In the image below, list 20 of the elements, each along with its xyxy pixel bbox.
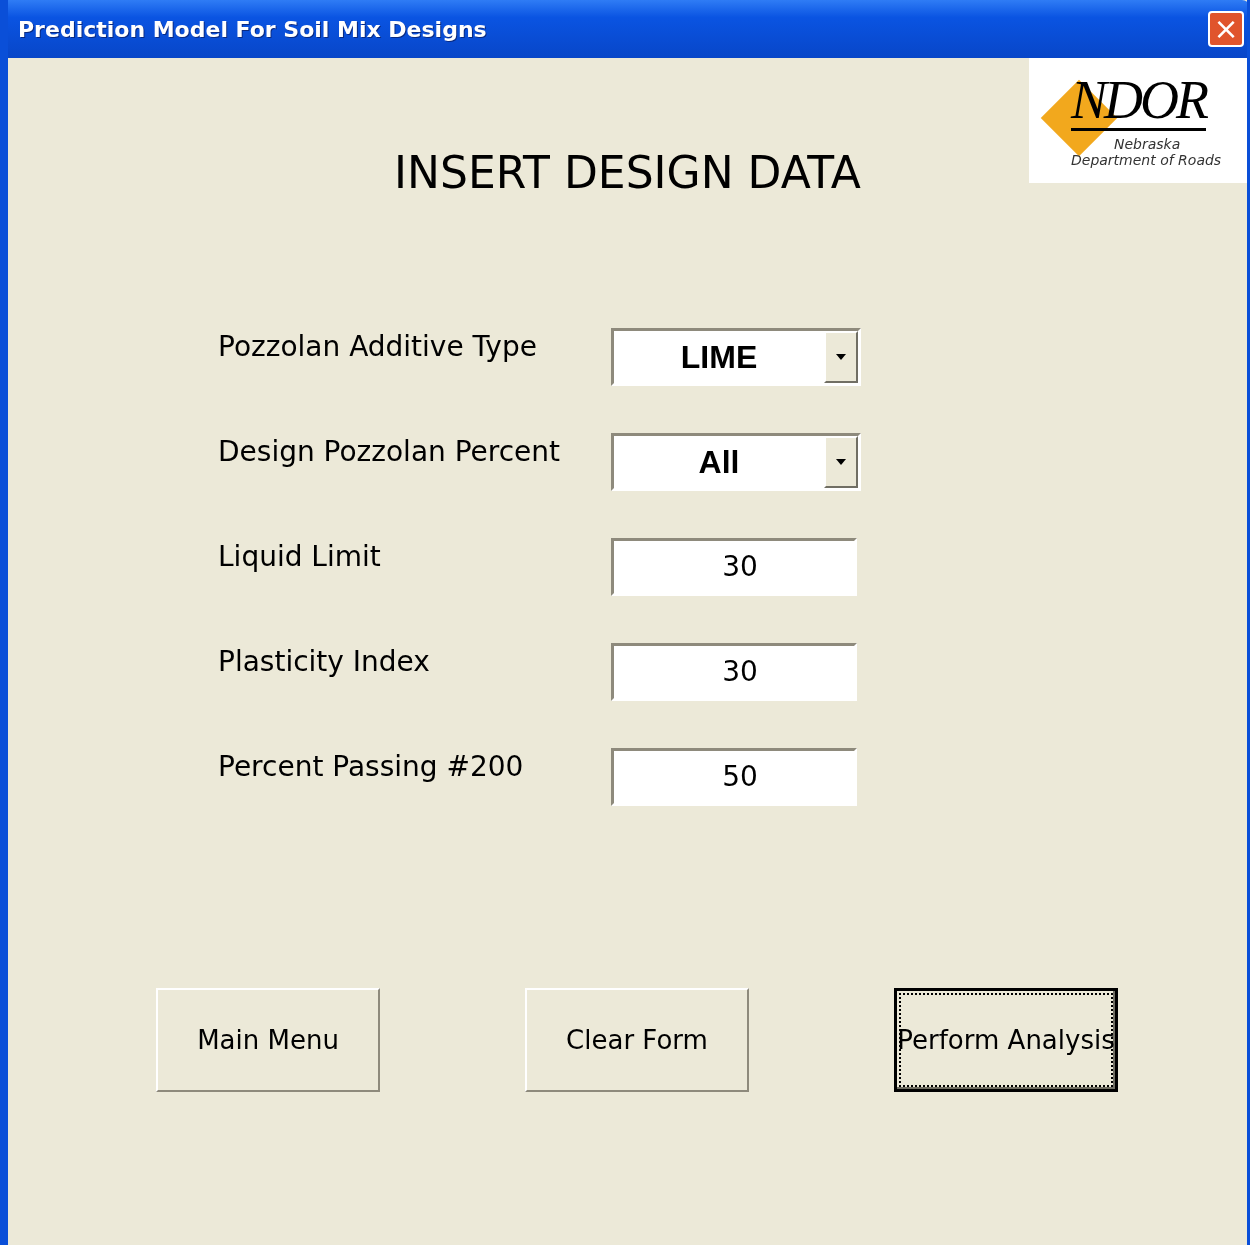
action-button[interactable]: Perform Analysis	[894, 988, 1118, 1092]
window-title: Prediction Model For Soil Mix Designs	[18, 16, 487, 42]
close-button[interactable]: ×	[1208, 11, 1244, 47]
dropdown[interactable]: All	[611, 433, 861, 491]
dropdown[interactable]: LIME	[611, 328, 861, 386]
action-button[interactable]: Main Menu	[156, 988, 380, 1092]
field-label: Plasticity Index	[218, 644, 431, 680]
caret-icon	[836, 459, 846, 465]
logo-subtitle: Nebraska	[1114, 136, 1181, 152]
caret-icon	[836, 354, 846, 360]
input-field[interactable]: 50	[611, 748, 857, 806]
field-label: Design Pozzolan Percent	[218, 434, 562, 470]
input-field[interactable]: 30	[611, 643, 857, 701]
action-button[interactable]: Clear Form	[525, 988, 749, 1092]
input-field[interactable]: 30	[611, 538, 857, 596]
form-heading: INSERT DESIGN DATA	[394, 147, 861, 198]
field-label: Percent Passing #200	[218, 749, 525, 785]
field-label: Liquid Limit	[218, 539, 382, 575]
logo-subtitle: Department of Roads	[1071, 152, 1222, 168]
field-label: Pozzolan Additive Type	[218, 329, 538, 365]
